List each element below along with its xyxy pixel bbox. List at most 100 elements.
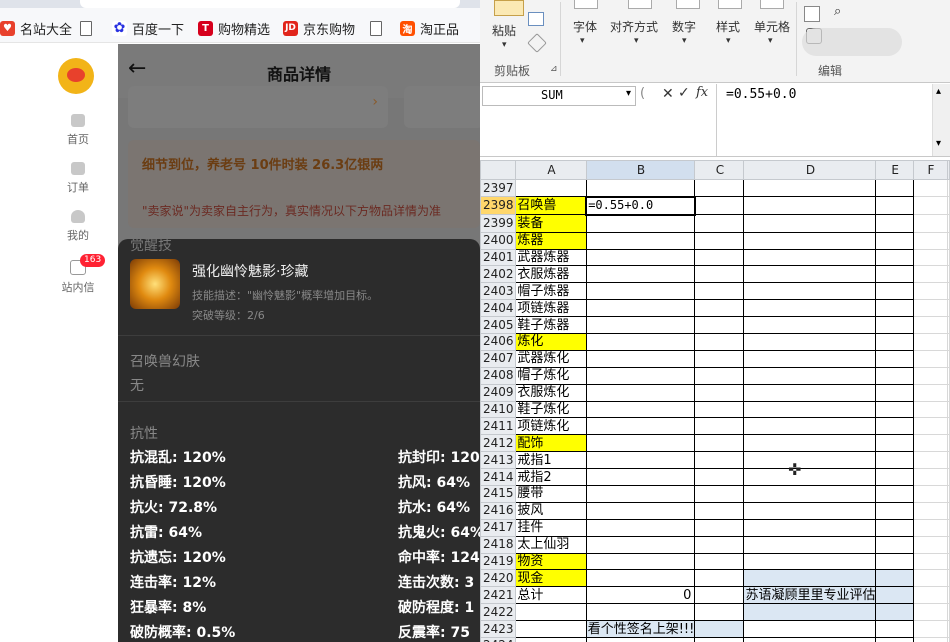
row-header[interactable]: 2410 bbox=[480, 400, 517, 419]
column-header-e[interactable]: E bbox=[875, 160, 914, 180]
cell-d[interactable] bbox=[743, 417, 877, 436]
cell-b[interactable] bbox=[585, 468, 696, 487]
cell-a[interactable]: 帽子炼器 bbox=[515, 282, 587, 301]
cell-b[interactable] bbox=[585, 248, 696, 267]
cell-d[interactable] bbox=[743, 316, 877, 335]
row-header[interactable]: 2406 bbox=[480, 333, 517, 351]
cell-a[interactable]: 武器炼器 bbox=[515, 248, 587, 267]
cell-c[interactable] bbox=[694, 333, 745, 351]
cell-f[interactable] bbox=[912, 586, 949, 605]
cell-e[interactable] bbox=[875, 501, 914, 520]
row-header[interactable]: 2400 bbox=[480, 231, 517, 250]
cell-c[interactable] bbox=[694, 282, 745, 301]
alignment-button[interactable]: 对齐方式 bbox=[610, 18, 658, 35]
cell-d[interactable] bbox=[743, 400, 877, 419]
cell-e[interactable] bbox=[875, 586, 914, 605]
cell-f[interactable] bbox=[912, 196, 949, 216]
cell-e[interactable] bbox=[875, 637, 914, 642]
cell-b[interactable] bbox=[585, 349, 696, 368]
cell-d[interactable] bbox=[743, 265, 877, 284]
cell-c[interactable] bbox=[694, 620, 745, 639]
service-card[interactable]: › bbox=[128, 86, 388, 128]
cell-d[interactable] bbox=[743, 451, 877, 470]
row-header[interactable]: 2421 bbox=[480, 586, 517, 605]
nav-home[interactable]: 首页 bbox=[50, 114, 106, 147]
cell-d[interactable] bbox=[743, 434, 877, 453]
cell-c[interactable] bbox=[694, 468, 745, 487]
row-header[interactable]: 2415 bbox=[480, 485, 517, 503]
cell-a[interactable]: 炼器 bbox=[515, 231, 587, 250]
cell-c[interactable] bbox=[694, 366, 745, 385]
cell-b[interactable] bbox=[585, 282, 696, 301]
bookmark-file-2[interactable] bbox=[370, 17, 387, 39]
cell-b[interactable] bbox=[585, 637, 696, 642]
column-header-f[interactable]: F bbox=[912, 160, 949, 180]
cell-b[interactable] bbox=[585, 603, 696, 622]
cell-a[interactable]: 配饰 bbox=[515, 434, 587, 453]
cell-d[interactable] bbox=[743, 349, 877, 368]
cell-c[interactable] bbox=[694, 231, 745, 250]
row-header[interactable]: 2418 bbox=[480, 535, 517, 554]
cell-e[interactable] bbox=[875, 214, 914, 233]
cell-f[interactable] bbox=[912, 299, 949, 318]
cell-f[interactable] bbox=[912, 349, 949, 368]
cell-e[interactable] bbox=[875, 535, 914, 554]
nav-messages[interactable]: 站内信 163 bbox=[50, 254, 106, 295]
sum-icon[interactable] bbox=[804, 6, 820, 22]
cell-c[interactable] bbox=[694, 400, 745, 419]
row-header[interactable]: 2399 bbox=[480, 214, 517, 233]
cell-e[interactable] bbox=[875, 333, 914, 351]
cell-a[interactable]: 鞋子炼器 bbox=[515, 316, 587, 335]
cell-e[interactable] bbox=[875, 282, 914, 301]
copy-icon[interactable] bbox=[528, 12, 544, 26]
cell-c[interactable] bbox=[694, 349, 745, 368]
row-header[interactable]: 2404 bbox=[480, 299, 517, 318]
cell-a[interactable] bbox=[515, 620, 587, 639]
cell-a[interactable]: 总计 bbox=[515, 586, 587, 605]
cell-c[interactable] bbox=[694, 637, 745, 642]
cell-b[interactable] bbox=[585, 265, 696, 284]
chevron-up-icon[interactable]: ▴ bbox=[936, 86, 941, 97]
cell-e[interactable] bbox=[875, 400, 914, 419]
cell-a[interactable]: 戒指2 bbox=[515, 468, 587, 487]
font-icon[interactable] bbox=[574, 0, 598, 9]
cell-f[interactable] bbox=[912, 569, 949, 588]
cell-a[interactable] bbox=[515, 178, 587, 198]
cell-c[interactable] bbox=[694, 299, 745, 318]
nav-orders[interactable]: 订单 bbox=[50, 162, 106, 195]
cell-a[interactable]: 披风 bbox=[515, 501, 587, 520]
cell-f[interactable] bbox=[912, 485, 949, 503]
cells-button[interactable]: 单元格 bbox=[754, 18, 790, 35]
cell-b[interactable] bbox=[585, 535, 696, 554]
cell-a[interactable]: 现金 bbox=[515, 569, 587, 588]
cell-b[interactable] bbox=[585, 552, 696, 571]
cell-b[interactable] bbox=[585, 434, 696, 453]
cell-b[interactable] bbox=[585, 518, 696, 537]
cell-b[interactable] bbox=[585, 299, 696, 318]
cell-b[interactable]: =0.55+0.0 bbox=[585, 195, 696, 216]
cell-c[interactable] bbox=[694, 569, 745, 588]
cell-f[interactable] bbox=[912, 552, 949, 571]
bookmark-mingzhan[interactable]: ♥ 名站大全 bbox=[0, 17, 72, 39]
name-box[interactable]: SUM ▾ bbox=[482, 86, 636, 106]
cell-c[interactable] bbox=[694, 501, 745, 520]
cell-c[interactable] bbox=[694, 485, 745, 503]
cell-c[interactable] bbox=[694, 434, 745, 453]
cell-f[interactable] bbox=[912, 178, 949, 198]
cell-d[interactable] bbox=[743, 569, 877, 588]
cell-d[interactable] bbox=[743, 178, 877, 198]
cell-b[interactable] bbox=[585, 383, 696, 402]
cell-b[interactable] bbox=[585, 417, 696, 436]
paste-icon[interactable] bbox=[494, 0, 524, 16]
cell-c[interactable] bbox=[694, 214, 745, 233]
cell-e[interactable] bbox=[875, 366, 914, 385]
cell-b[interactable] bbox=[585, 569, 696, 588]
cell-c[interactable] bbox=[694, 552, 745, 571]
bookmark-tmall[interactable]: T 购物精选 bbox=[198, 17, 270, 39]
bookmark-file[interactable] bbox=[80, 17, 97, 39]
guarantee-card[interactable] bbox=[404, 86, 480, 128]
cell-f[interactable] bbox=[912, 265, 949, 284]
cell-d[interactable] bbox=[743, 383, 877, 402]
cell-a[interactable]: 挂件 bbox=[515, 518, 587, 537]
cell-d[interactable] bbox=[743, 637, 877, 642]
